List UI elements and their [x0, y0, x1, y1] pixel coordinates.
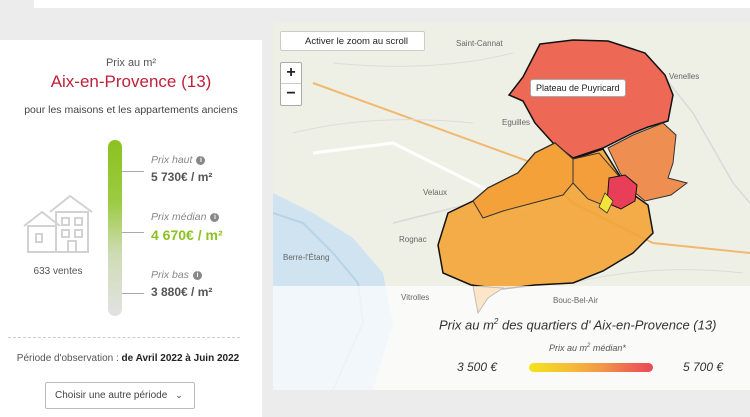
price-per-m2-label: Prix au m² — [105, 57, 157, 69]
scroll-zoom-toggle[interactable]: Activer le zoom au scroll — [280, 31, 425, 51]
price-high-label: Prix haut — [151, 154, 193, 166]
divider — [8, 337, 240, 338]
price-median-value: 4 670€ / m² — [151, 227, 223, 243]
place-label: Rognac — [399, 235, 427, 244]
place-label: Venelles — [669, 72, 700, 81]
legend-title: Prix au m2 des quartiers d' Aix-en-Prove… — [439, 317, 717, 333]
gauge-tick-bas — [122, 293, 144, 294]
legend-min: 3 500 € — [457, 360, 498, 374]
legend-subtitle: Prix au m2 médian* — [549, 343, 626, 353]
city-title: Aix-en-Provence (13) — [50, 72, 212, 91]
legend-panel — [273, 286, 750, 390]
price-low-value: 3 880€ / m² — [151, 285, 213, 299]
price-map[interactable]: Saint-Cannat Venelles Eguilles Velaux Ro… — [273, 23, 750, 390]
price-median: Prix médian i 4 670€ / m² — [151, 211, 223, 243]
price-summary-panel: Prix au m² Aix-en-Provence (13) pour les… — [0, 40, 262, 417]
place-label: Velaux — [423, 188, 448, 197]
price-high-value: 5 730€ / m² — [151, 170, 213, 184]
observation-period: Période d'observation : de Avril 2022 à … — [8, 353, 248, 364]
zoom-in-button[interactable]: + — [281, 63, 301, 84]
legend-color-scale — [529, 363, 653, 372]
choose-period-label: Choisir une autre période — [55, 390, 168, 401]
place-label: Saint-Cannat — [456, 39, 503, 48]
gauge-tick-haut — [122, 171, 144, 172]
place-label: Vitrolles — [401, 293, 430, 302]
place-label: Eguilles — [502, 118, 531, 127]
house-icon — [23, 194, 93, 253]
district-tooltip: Plateau de Puyricard — [530, 79, 626, 97]
place-label: Berre-l'Étang — [283, 253, 330, 262]
zoom-control: + − — [280, 62, 302, 106]
top-card — [34, 0, 750, 8]
place-label: Bouc-Bel-Air — [553, 296, 598, 305]
info-icon[interactable]: i — [196, 155, 206, 165]
price-median-label: Prix médian — [151, 211, 207, 223]
period-label: Période d'observation : — [16, 353, 119, 364]
property-description: pour les maisons et les appartements anc… — [24, 104, 238, 116]
price-gauge — [108, 140, 122, 316]
price-high: Prix haut i 5 730€ / m² — [151, 154, 212, 184]
chevron-down-icon: ⌄ — [175, 390, 183, 400]
period-value: de Avril 2022 à Juin 2022 — [121, 353, 240, 364]
info-icon[interactable]: i — [192, 270, 202, 280]
price-low: Prix bas i 3 880€ / m² — [151, 269, 212, 299]
price-low-label: Prix bas — [151, 269, 189, 281]
info-icon[interactable]: i — [210, 212, 220, 222]
sales-count: 633 ventes — [33, 266, 83, 277]
gauge-tick-median — [122, 232, 144, 233]
top-strip — [0, 0, 750, 22]
legend-max: 5 700 € — [683, 360, 724, 374]
zoom-out-button[interactable]: − — [281, 84, 301, 105]
choose-period-button[interactable]: Choisir une autre période ⌄ — [45, 382, 195, 409]
